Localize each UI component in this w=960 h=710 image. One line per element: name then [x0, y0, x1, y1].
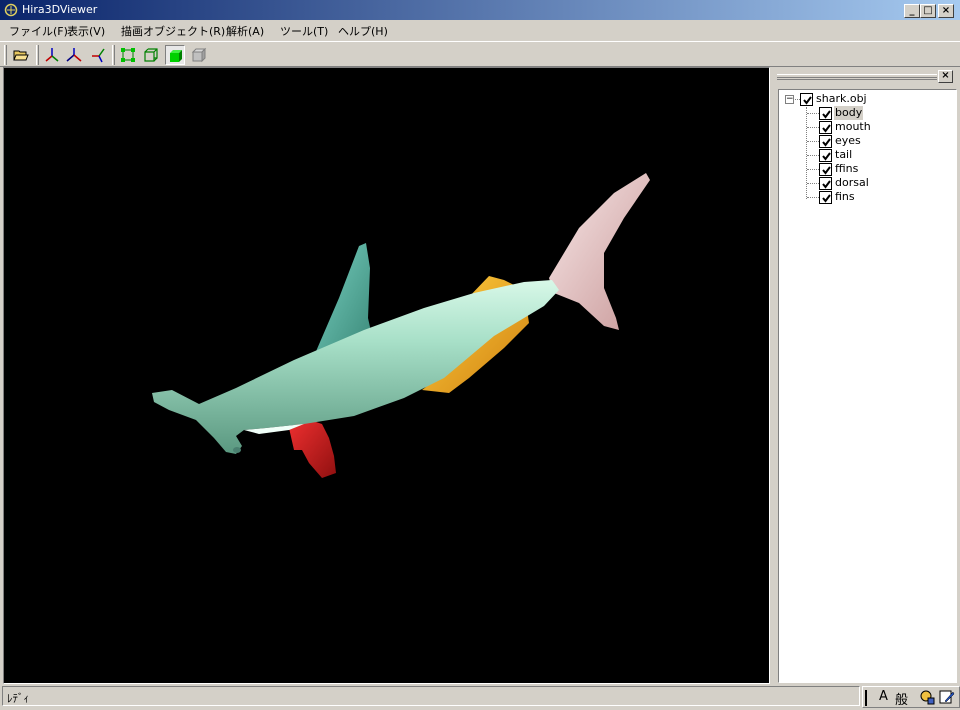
menu-view[interactable]: 表示(V) — [67, 23, 105, 39]
tree-item-mouth[interactable]: mouth — [834, 120, 872, 134]
vertex-mode-icon — [121, 48, 135, 62]
menu-tools[interactable]: ツール(T) — [280, 23, 328, 39]
checkmark-icon — [822, 138, 831, 147]
checkmark-icon — [822, 152, 831, 161]
axes-zx-icon — [92, 48, 105, 63]
tree-connector — [807, 141, 819, 142]
window-title: Hira3DViewer — [22, 3, 98, 16]
minimize-button[interactable]: _ — [904, 4, 920, 18]
vertex-mode-button[interactable] — [118, 45, 138, 65]
eyes-checkbox[interactable] — [819, 135, 832, 148]
tree-collapse-icon[interactable]: − — [785, 95, 794, 104]
tree-item-dorsal[interactable]: dorsal — [834, 176, 870, 190]
ime-toolbar: A 般 — [862, 686, 960, 708]
eyes-part[interactable] — [233, 447, 241, 453]
panel-grip[interactable] — [777, 74, 937, 80]
tree-connector — [807, 169, 819, 170]
hidden-mode-button[interactable] — [189, 45, 209, 65]
tree-connector — [807, 113, 819, 114]
object-tree: − shark.obj body mouth eyes tail ffins d… — [778, 89, 957, 683]
ffins-checkbox[interactable] — [819, 163, 832, 176]
tail-part[interactable] — [549, 173, 650, 330]
checkmark-icon — [822, 124, 831, 133]
fins-checkbox[interactable] — [819, 191, 832, 204]
object-tree-panel: × − shark.obj body mouth eyes tail ffins… — [775, 67, 960, 684]
view-yz-button[interactable] — [64, 45, 84, 65]
checkmark-icon — [803, 96, 812, 105]
checkmark-icon — [822, 110, 831, 119]
solid-mode-icon — [170, 50, 182, 62]
tree-connector — [807, 183, 819, 184]
menu-analysis[interactable]: 解析(A) — [226, 23, 264, 39]
checkmark-icon — [822, 180, 831, 189]
axes-yz-icon — [66, 48, 82, 62]
tree-connector — [807, 197, 819, 198]
toolbar-grip[interactable] — [4, 45, 7, 65]
tree-item-fins[interactable]: fins — [834, 190, 856, 204]
toolbar-grip-3[interactable] — [112, 45, 115, 65]
close-button[interactable]: × — [938, 4, 954, 18]
ime-tools-icon[interactable] — [919, 689, 935, 705]
3d-viewport[interactable] — [3, 67, 770, 684]
view-zx-button[interactable] — [88, 45, 108, 65]
menu-file[interactable]: ファイル(F) — [9, 23, 68, 39]
ime-pad-icon[interactable] — [939, 689, 955, 705]
tree-item-ffins[interactable]: ffins — [834, 162, 859, 176]
toolbar — [0, 41, 960, 67]
title-bar[interactable]: Hira3DViewer _ □ × — [0, 0, 960, 20]
open-folder-button[interactable] — [11, 45, 31, 65]
maximize-button[interactable]: □ — [920, 4, 936, 18]
view-xyz-button[interactable] — [42, 45, 62, 65]
panel-close-button[interactable]: × — [938, 70, 953, 83]
menu-help[interactable]: ヘルプ(H) — [338, 23, 388, 39]
hidden-mode-icon — [191, 47, 207, 63]
status-bar: ﾚﾃﾞｨ A 般 — [0, 686, 960, 710]
tree-connector — [807, 155, 819, 156]
app-window: Hira3DViewer _ □ × ファイル(F) 表示(V) 描画オブジェク… — [0, 0, 960, 710]
ime-conversion-mode[interactable]: 般 — [895, 689, 908, 708]
tree-item-tail[interactable]: tail — [834, 148, 853, 162]
toolbar-grip-2[interactable] — [36, 45, 39, 65]
wireframe-mode-icon — [144, 48, 158, 62]
menu-render-objects[interactable]: 描画オブジェクト(R) — [121, 23, 225, 39]
status-text: ﾚﾃﾞｨ — [2, 686, 860, 706]
solid-mode-button[interactable] — [165, 45, 185, 65]
mouth-checkbox[interactable] — [819, 121, 832, 134]
wireframe-mode-button[interactable] — [141, 45, 161, 65]
open-folder-icon — [13, 50, 29, 61]
tree-connector — [806, 107, 807, 199]
root-checkbox[interactable] — [800, 93, 813, 106]
shark-model[interactable] — [4, 68, 769, 683]
tree-root-label[interactable]: shark.obj — [815, 92, 868, 106]
dorsal-checkbox[interactable] — [819, 177, 832, 190]
checkmark-icon — [822, 194, 831, 203]
checkmark-icon — [822, 166, 831, 175]
tail-checkbox[interactable] — [819, 149, 832, 162]
axes-xyz-icon — [45, 48, 59, 62]
body-checkbox[interactable] — [819, 107, 832, 120]
tree-item-body[interactable]: body — [834, 106, 864, 120]
tree-connector — [807, 127, 819, 128]
app-icon — [4, 3, 18, 17]
tree-item-eyes[interactable]: eyes — [834, 134, 862, 148]
ime-grip-icon[interactable] — [865, 690, 870, 706]
ime-input-mode[interactable]: A — [879, 689, 888, 704]
menu-bar: ファイル(F) 表示(V) 描画オブジェクト(R) 解析(A) ツール(T) ヘ… — [0, 20, 960, 40]
